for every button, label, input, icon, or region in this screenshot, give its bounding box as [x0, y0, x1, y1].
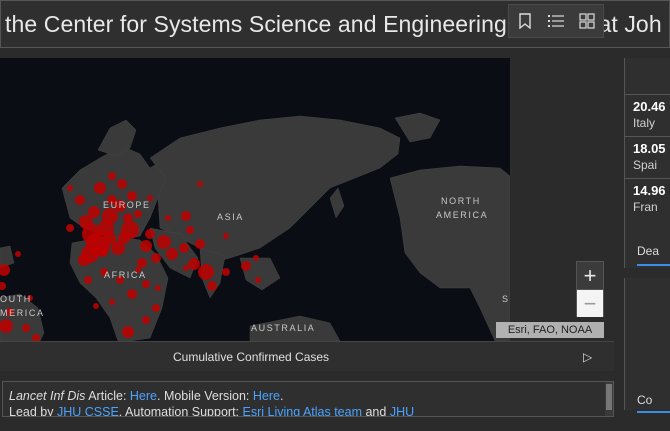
- list-item-label: Spai: [633, 158, 658, 172]
- label-africa: AFRICA: [104, 270, 147, 280]
- label-south-america-2: MERICA: [0, 308, 45, 318]
- next-tab-arrow-icon[interactable]: ▷: [583, 350, 592, 364]
- label-s-cut: S: [502, 294, 510, 304]
- list-item-label: Fran: [633, 200, 658, 214]
- basemap-gallery-icon[interactable]: [574, 8, 600, 34]
- deaths-panel: 20.46 Italy 18.05 Spai 14.96 Fran Dea: [624, 58, 670, 268]
- info-line-1: Lancet Inf Dis Article: Here. Mobile Ver…: [9, 388, 613, 404]
- secondary-panel: Co: [624, 278, 670, 413]
- list-item[interactable]: 14.96 Fran: [625, 178, 670, 220]
- tab-deaths[interactable]: Dea: [637, 244, 670, 266]
- jhu-csse-link[interactable]: JHU CSSE: [57, 405, 119, 416]
- info-line-2: Lead by JHU CSSE. Automation Support: Es…: [9, 404, 613, 417]
- zoom-in-button[interactable]: +: [577, 262, 603, 289]
- mobile-version-link[interactable]: Here: [253, 389, 280, 403]
- label-asia: ASIA: [217, 212, 244, 222]
- info-journal: Lancet Inf Dis: [9, 389, 86, 403]
- zoom-out-button[interactable]: −: [577, 289, 603, 317]
- map-view[interactable]: EUROPE ASIA AFRICA NORTH AMERICA OUTH ME…: [0, 58, 510, 341]
- label-australia: AUSTRALIA: [251, 323, 315, 333]
- info-text: . Mobile Version:: [157, 389, 253, 403]
- legend-list-icon[interactable]: [543, 8, 569, 34]
- info-text: .: [279, 389, 284, 403]
- zoom-controls: + −: [576, 261, 604, 317]
- deaths-panel-header: [625, 58, 670, 94]
- list-item[interactable]: 20.46 Italy: [625, 94, 670, 136]
- info-text: Lead by: [9, 405, 57, 417]
- info-text: Article:: [85, 389, 130, 403]
- list-item-label: Italy: [633, 116, 656, 130]
- label-north-america-1: NORTH: [441, 196, 481, 206]
- map-tab-cumulative-confirmed[interactable]: Cumulative Confirmed Cases: [173, 350, 329, 364]
- article-link[interactable]: Here: [130, 389, 157, 403]
- label-south-america-1: OUTH: [0, 294, 32, 304]
- world-map: EUROPE ASIA AFRICA NORTH AMERICA OUTH ME…: [0, 112, 510, 341]
- esri-living-atlas-link[interactable]: Esri Living Atlas team: [243, 405, 363, 416]
- map-attribution: Esri, FAO, NOAA: [496, 322, 604, 338]
- list-item[interactable]: 18.05 Spai: [625, 136, 670, 178]
- jhu-link[interactable]: JHU: [390, 405, 414, 416]
- info-text: and: [362, 405, 390, 417]
- info-text: . Automation Support:: [118, 405, 243, 417]
- label-north-america-2: AMERICA: [436, 210, 488, 220]
- bookmark-icon[interactable]: [512, 8, 538, 34]
- list-item-value: 20.46: [633, 99, 666, 114]
- list-item-value: 14.96: [633, 183, 666, 198]
- info-box: Lancet Inf Dis Article: Here. Mobile Ver…: [2, 381, 614, 417]
- map-footer: Cumulative Confirmed Cases ▷: [0, 341, 614, 371]
- label-europe: EUROPE: [103, 200, 151, 210]
- info-scrollbar[interactable]: [605, 382, 613, 416]
- map-toolbar: [508, 4, 604, 38]
- tab-confirmed[interactable]: Co: [637, 393, 670, 413]
- list-item-value: 18.05: [633, 141, 666, 156]
- scrollbar-thumb[interactable]: [606, 384, 612, 410]
